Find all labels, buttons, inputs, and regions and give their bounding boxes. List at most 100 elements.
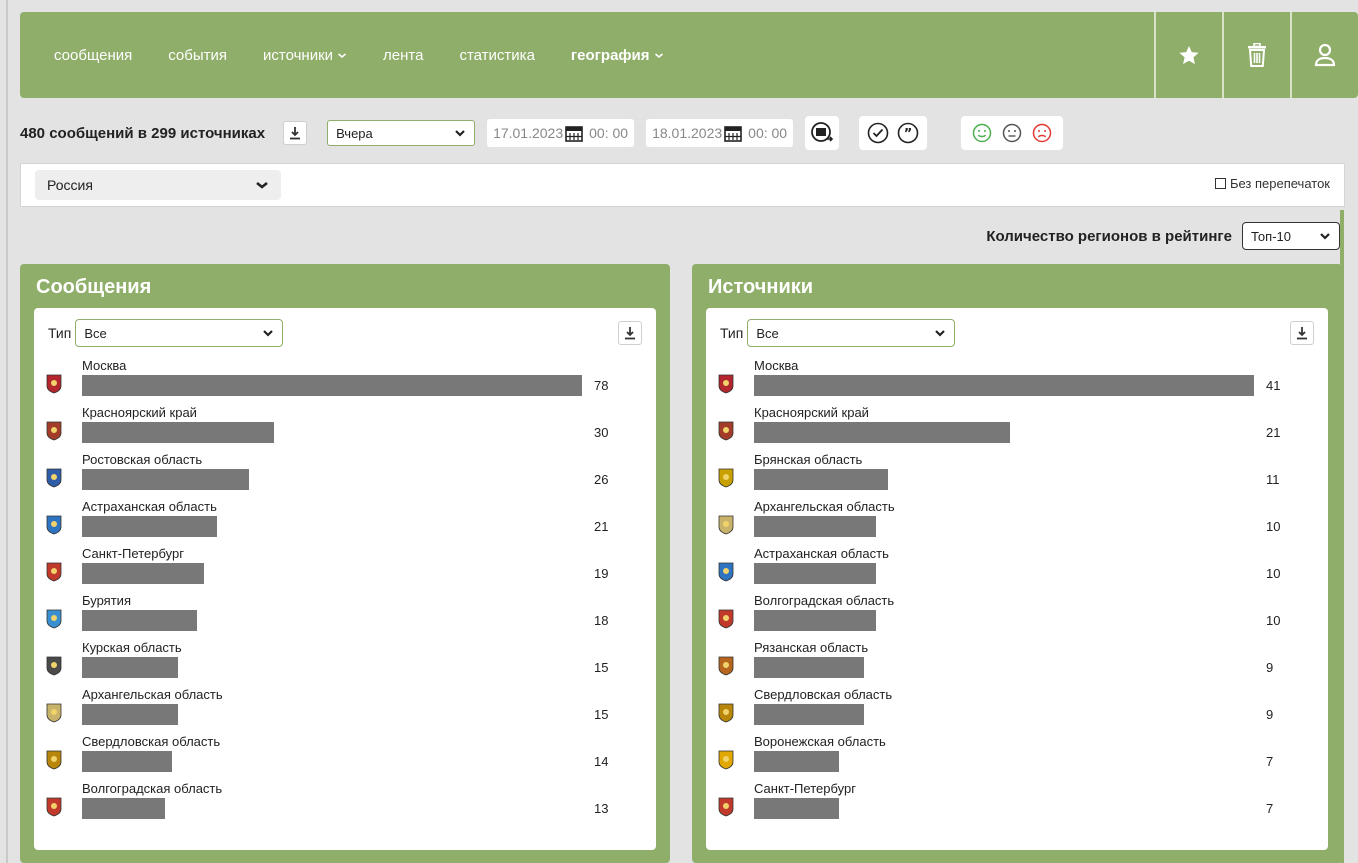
neutral-face-icon <box>1002 123 1022 143</box>
region-row[interactable]: Волгоградская область 10 <box>706 593 1328 640</box>
region-row[interactable]: Свердловская область 14 <box>34 734 656 781</box>
download-icon <box>1297 327 1307 340</box>
favorites-button[interactable] <box>1154 12 1222 98</box>
region-row[interactable]: Воронежская область 7 <box>706 734 1328 781</box>
region-row[interactable]: Бурятия 18 <box>34 593 656 640</box>
region-row[interactable]: Красноярский край 30 <box>34 405 656 452</box>
region-value: 9 <box>1266 707 1274 722</box>
sentiment-buttons <box>961 116 1064 150</box>
region-value: 10 <box>1266 519 1281 534</box>
nav-item-label: география <box>570 46 650 64</box>
download-icon <box>290 127 301 140</box>
region-value: 9 <box>1266 660 1274 675</box>
region-value: 21 <box>1266 425 1281 440</box>
region-name: Воронежская область <box>754 734 886 749</box>
profile-button[interactable] <box>1290 12 1358 98</box>
download-summary-button[interactable] <box>283 121 308 145</box>
messages-panel: Сообщения Тип Все Москва 78 Красноярский к… <box>20 264 670 863</box>
rating-control: Количество регионов в рейтинге Топ-10 <box>986 222 1340 250</box>
region-row[interactable]: Красноярский край 21 <box>706 405 1328 452</box>
value-bar <box>754 516 876 537</box>
region-row[interactable]: Ростовская область 26 <box>34 452 656 499</box>
panel-title: Сообщения <box>36 276 152 298</box>
value-bar <box>82 610 197 631</box>
negative-sentiment-button[interactable] <box>1027 118 1057 148</box>
nav-item-2[interactable]: источники <box>263 47 347 64</box>
download-sources-button[interactable] <box>1290 321 1314 345</box>
top-navigation: сообщения события источники лента статистика… <box>20 12 1358 98</box>
nav-menu: сообщения события источники лента статистика… <box>54 12 700 98</box>
apply-period-button[interactable] <box>805 116 840 150</box>
nav-item-5[interactable]: география <box>571 47 664 64</box>
region-row[interactable]: Астраханская область 10 <box>706 546 1328 593</box>
download-messages-button[interactable] <box>618 321 642 345</box>
no-reprints-label: Без перепечаток <box>1229 176 1330 191</box>
period-select[interactable]: Вчера <box>327 120 476 146</box>
user-icon <box>1314 43 1336 67</box>
region-emblem-icon <box>718 703 734 723</box>
nav-item-0[interactable]: сообщения <box>54 47 132 64</box>
region-value: 21 <box>594 519 609 534</box>
nav-item-1[interactable]: события <box>168 47 227 64</box>
region-emblem-icon <box>46 421 62 441</box>
nav-item-label: сообщения <box>54 46 133 64</box>
rating-select[interactable]: Топ-10 <box>1242 222 1340 250</box>
region-name: Красноярский край <box>82 405 197 420</box>
region-select[interactable]: Россия <box>35 170 281 200</box>
date-to-field[interactable]: 18.01.2023 00: 00 <box>646 119 794 147</box>
region-emblem-icon <box>46 750 62 770</box>
region-row[interactable]: Волгоградская область 13 <box>34 781 656 828</box>
value-bar <box>82 516 217 537</box>
region-name: Архангельская область <box>754 499 895 514</box>
no-reprints-checkbox[interactable]: Без перепечаток <box>1214 176 1330 191</box>
value-bar <box>754 657 864 678</box>
type-select[interactable]: Все <box>75 319 284 347</box>
region-value: 30 <box>594 425 609 440</box>
value-bar <box>754 469 888 490</box>
neutral-sentiment-button[interactable] <box>997 118 1027 148</box>
calendar-icon <box>565 126 583 142</box>
region-value: 18 <box>594 613 609 628</box>
type-label: Тип <box>720 325 744 341</box>
region-value: 15 <box>594 707 609 722</box>
type-select[interactable]: Все <box>747 319 956 347</box>
nav-item-label: статистика <box>459 46 535 64</box>
trash-button[interactable] <box>1222 12 1290 98</box>
region-value: 11 <box>1266 472 1280 487</box>
region-row[interactable]: Санкт-Петербург 19 <box>34 546 656 593</box>
region-row[interactable]: Астраханская область 21 <box>34 499 656 546</box>
region-row[interactable]: Курская область 15 <box>34 640 656 687</box>
region-value: 10 <box>1266 566 1281 581</box>
type-filter: Тип Все <box>720 319 956 347</box>
region-name: Астраханская область <box>754 546 889 561</box>
region-row[interactable]: Москва 41 <box>706 358 1328 405</box>
region-emblem-icon <box>46 797 62 817</box>
region-row[interactable]: Москва 78 <box>34 358 656 405</box>
value-bar <box>82 375 582 396</box>
value-bar <box>754 375 1254 396</box>
date-from-field[interactable]: 17.01.2023 00: 00 <box>487 119 635 147</box>
region-emblem-icon <box>46 562 62 582</box>
positive-sentiment-button[interactable] <box>967 118 997 148</box>
region-row[interactable]: Брянская область 11 <box>706 452 1328 499</box>
chevron-down-icon <box>654 52 663 58</box>
period-value: Вчера <box>336 125 373 141</box>
nav-item-label: источники <box>263 46 334 64</box>
region-emblem-icon <box>46 656 62 676</box>
region-name: Москва <box>82 358 127 373</box>
region-row[interactable]: Свердловская область 9 <box>706 687 1328 734</box>
value-bar <box>82 469 249 490</box>
region-emblem-icon <box>46 703 62 723</box>
region-name: Курская область <box>82 640 182 655</box>
region-row[interactable]: Санкт-Петербург 7 <box>706 781 1328 828</box>
region-row[interactable]: Рязанская область 9 <box>706 640 1328 687</box>
value-bar <box>754 563 876 584</box>
region-row[interactable]: Архангельская область 10 <box>706 499 1328 546</box>
quote-button[interactable]: ” <box>893 118 923 148</box>
checkbox-box[interactable] <box>1214 178 1226 189</box>
region-value: 14 <box>594 754 609 769</box>
nav-item-4[interactable]: статистика <box>459 47 534 64</box>
nav-item-3[interactable]: лента <box>383 47 423 64</box>
region-row[interactable]: Архангельская область 15 <box>34 687 656 734</box>
check-button[interactable] <box>863 118 893 148</box>
